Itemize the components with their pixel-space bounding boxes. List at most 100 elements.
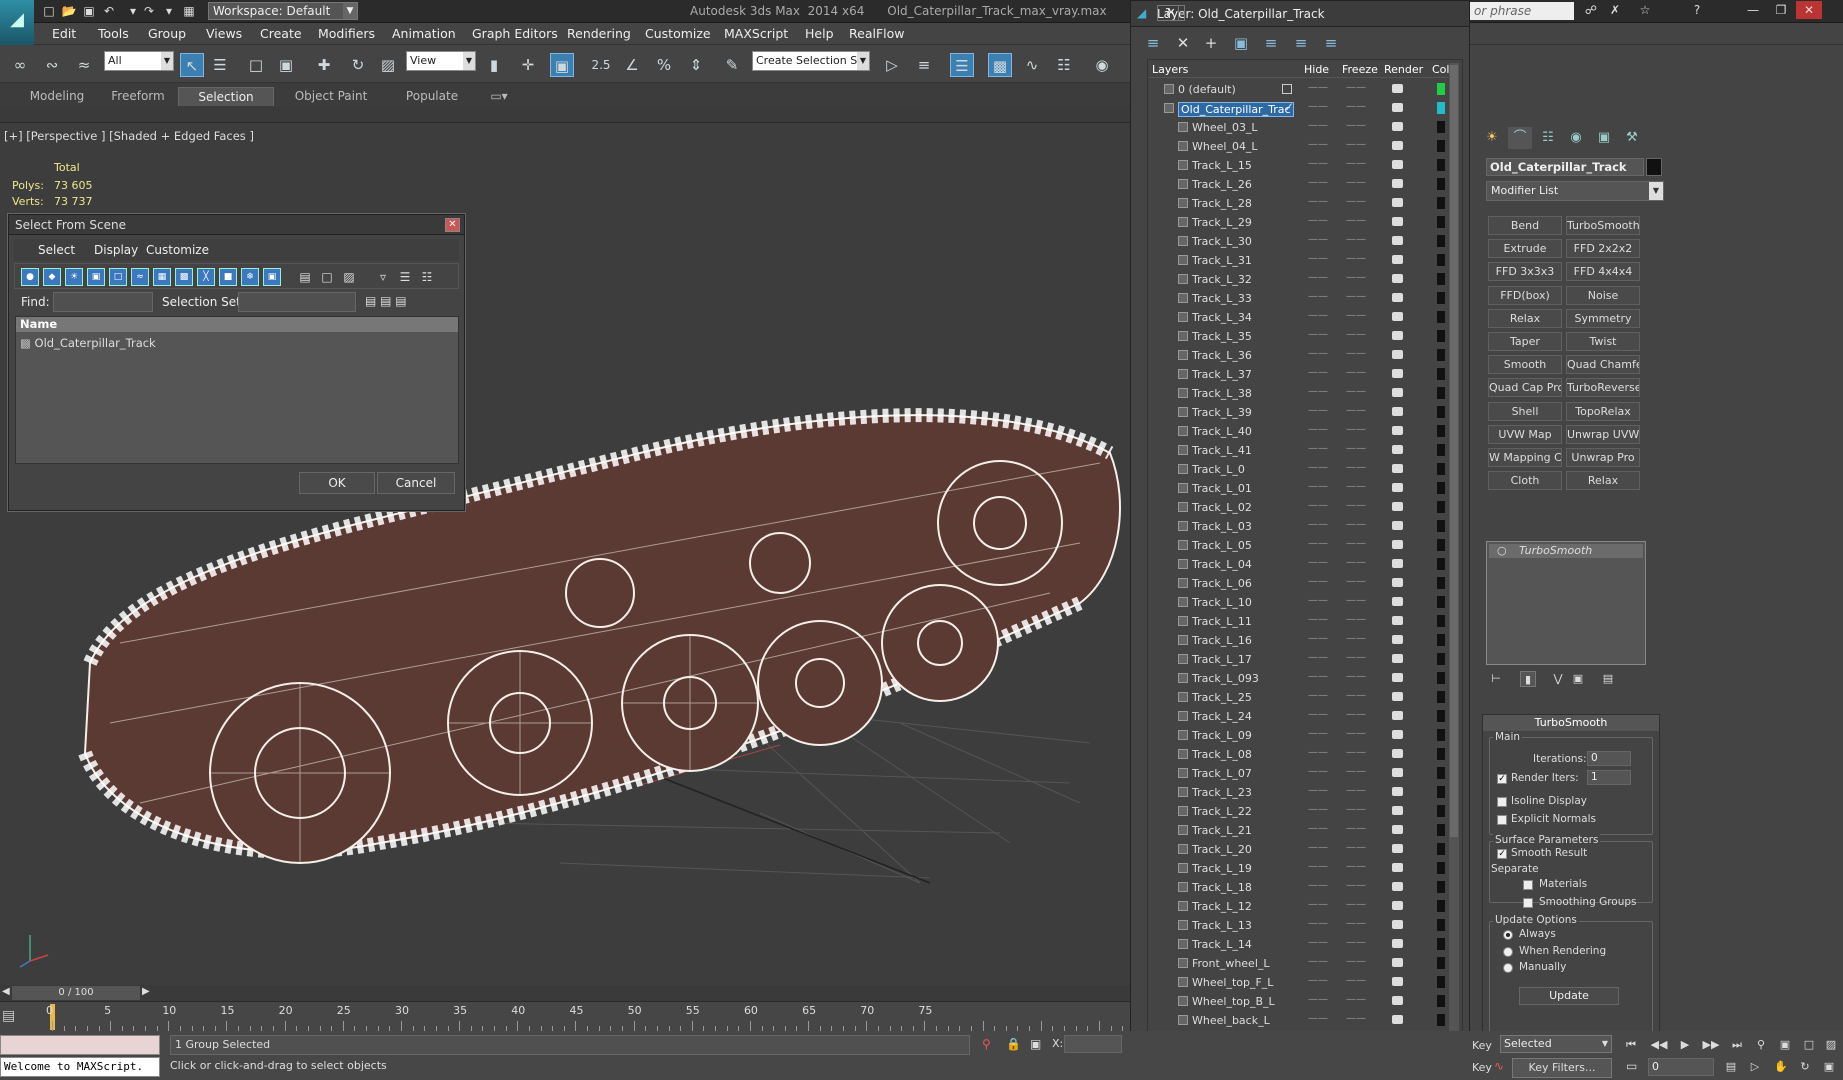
render-teapot-icon[interactable] bbox=[1392, 179, 1403, 188]
render-teapot-icon[interactable] bbox=[1392, 483, 1403, 492]
filter-icon[interactable]: ▿ bbox=[375, 268, 391, 286]
isoline-checkbox[interactable] bbox=[1497, 797, 1507, 807]
freeze-toggle[interactable]: —— bbox=[1346, 139, 1366, 150]
layer-row[interactable]: Track_L_06 —— —— bbox=[1148, 574, 1448, 593]
layer-color-swatch[interactable] bbox=[1437, 938, 1445, 950]
named-selection-sets-dropdown[interactable]: Create Selection Se ▼ bbox=[752, 51, 870, 71]
layer-color-swatch[interactable] bbox=[1437, 102, 1445, 114]
star-icon[interactable]: ☆ bbox=[1632, 1, 1658, 19]
render-teapot-icon[interactable] bbox=[1392, 217, 1403, 226]
display-geometry-icon[interactable]: ● bbox=[21, 268, 39, 286]
rollout-header[interactable]: TurboSmooth bbox=[1483, 715, 1659, 731]
freeze-toggle[interactable]: —— bbox=[1346, 994, 1366, 1005]
menu-rendering[interactable]: Rendering bbox=[567, 26, 631, 41]
display-invert-icon[interactable]: ▨ bbox=[341, 268, 357, 286]
modifier-button[interactable]: Relax bbox=[1488, 308, 1562, 328]
render-teapot-icon[interactable] bbox=[1392, 939, 1403, 948]
layer-row-name[interactable]: 0 (default) bbox=[1178, 83, 1236, 96]
layer-color-swatch[interactable] bbox=[1437, 482, 1445, 494]
layer-row-name[interactable]: Track_L_15 bbox=[1192, 159, 1252, 172]
menu-group[interactable]: Group bbox=[148, 26, 186, 41]
freeze-toggle[interactable]: —— bbox=[1346, 443, 1366, 454]
layer-row[interactable]: Old_Caterpillar_Trac ✓ —— —— bbox=[1148, 99, 1448, 118]
ribbon-tab-object-paint[interactable]: Object Paint bbox=[276, 87, 386, 106]
freeze-toggle[interactable]: —— bbox=[1346, 690, 1366, 701]
layer-color-swatch[interactable] bbox=[1437, 425, 1445, 437]
scene-object-list[interactable]: Name ▩ Old_Caterpillar_Track bbox=[15, 316, 459, 464]
smoothing-groups-checkbox[interactable] bbox=[1523, 898, 1533, 908]
select-objects-icon[interactable]: ▣ bbox=[1231, 33, 1251, 53]
display-xrefs-icon[interactable]: ▩ bbox=[175, 268, 193, 286]
ribbon-tab-populate[interactable]: Populate bbox=[390, 87, 474, 106]
freeze-toggle[interactable]: —— bbox=[1346, 405, 1366, 416]
reference-coordinate-dropdown[interactable]: View ▼ bbox=[406, 51, 476, 71]
hide-toggle[interactable]: —— bbox=[1308, 823, 1328, 834]
layer-color-swatch[interactable] bbox=[1437, 235, 1445, 247]
layer-row[interactable]: Track_L_05 —— —— bbox=[1148, 536, 1448, 555]
viewport-label[interactable]: [+] [Perspective ] [Shaded + Edged Faces… bbox=[4, 129, 254, 143]
hide-toggle[interactable]: —— bbox=[1308, 728, 1328, 739]
freeze-toggle[interactable]: —— bbox=[1346, 462, 1366, 473]
freeze-toggle[interactable]: —— bbox=[1346, 177, 1366, 188]
column-header-freeze[interactable]: Freeze bbox=[1342, 63, 1378, 76]
freeze-toggle[interactable]: —— bbox=[1346, 861, 1366, 872]
hide-toggle[interactable]: —— bbox=[1308, 500, 1328, 511]
ok-button[interactable]: OK bbox=[299, 472, 375, 494]
freeze-toggle[interactable]: —— bbox=[1346, 766, 1366, 777]
hide-toggle[interactable]: —— bbox=[1308, 234, 1328, 245]
zoom-all-icon[interactable]: ▣ bbox=[1776, 1037, 1794, 1053]
freeze-toggle[interactable]: —— bbox=[1346, 614, 1366, 625]
hide-toggle[interactable]: —— bbox=[1308, 880, 1328, 891]
hide-toggle[interactable]: —— bbox=[1308, 272, 1328, 283]
layer-manager-icon[interactable]: ☰ bbox=[950, 53, 974, 77]
layer-color-swatch[interactable] bbox=[1437, 862, 1445, 874]
render-teapot-icon[interactable] bbox=[1392, 388, 1403, 397]
layer-color-swatch[interactable] bbox=[1437, 387, 1445, 399]
layer-color-swatch[interactable] bbox=[1437, 311, 1445, 323]
layer-color-swatch[interactable] bbox=[1437, 539, 1445, 551]
render-iters-checkbox[interactable]: ✓ bbox=[1497, 774, 1507, 784]
smooth-result-checkbox[interactable]: ✓ bbox=[1497, 849, 1507, 859]
layer-color-swatch[interactable] bbox=[1437, 444, 1445, 456]
menu-realflow[interactable]: RealFlow bbox=[849, 26, 904, 41]
layer-row[interactable]: 0 (default) —— —— bbox=[1148, 80, 1448, 99]
maxscript-output[interactable]: Welcome to MAXScript. bbox=[0, 1057, 160, 1077]
freeze-toggle[interactable]: —— bbox=[1346, 424, 1366, 435]
hide-toggle[interactable]: —— bbox=[1308, 101, 1328, 112]
freeze-toggle[interactable]: —— bbox=[1346, 804, 1366, 815]
layer-row[interactable]: Track_L_38 —— —— bbox=[1148, 384, 1448, 403]
hide-toggle[interactable]: —— bbox=[1308, 1013, 1328, 1024]
modifier-button[interactable]: FFD 2x2x2 bbox=[1566, 239, 1640, 259]
layer-row-name[interactable]: Wheel_top_F_L bbox=[1192, 976, 1273, 989]
layer-color-swatch[interactable] bbox=[1437, 900, 1445, 912]
object-name-field[interactable]: Old_Caterpillar_Track bbox=[1486, 158, 1644, 176]
render-teapot-icon[interactable] bbox=[1392, 882, 1403, 891]
layer-row-name[interactable]: Track_L_23 bbox=[1192, 786, 1252, 799]
select-by-name-icon[interactable]: ☰ bbox=[208, 53, 232, 77]
column-header-render[interactable]: Render bbox=[1384, 63, 1423, 76]
layer-row-name[interactable]: Track_L_13 bbox=[1192, 919, 1252, 932]
display-lights-icon[interactable]: ☀ bbox=[65, 268, 83, 286]
layer-color-swatch[interactable] bbox=[1437, 330, 1445, 342]
layer-row-name[interactable]: Track_L_40 bbox=[1192, 425, 1252, 438]
layer-color-swatch[interactable] bbox=[1437, 254, 1445, 266]
layer-row-name[interactable]: Track_L_08 bbox=[1192, 748, 1252, 761]
freeze-toggle[interactable]: —— bbox=[1346, 234, 1366, 245]
render-teapot-icon[interactable] bbox=[1392, 806, 1403, 815]
menu-animation[interactable]: Animation bbox=[392, 26, 456, 41]
set-key-icon[interactable]: ∿ bbox=[1494, 1059, 1504, 1073]
layer-row-name[interactable]: Track_L_06 bbox=[1192, 577, 1252, 590]
percent-snap-icon[interactable]: % bbox=[652, 53, 676, 77]
display-containers-icon[interactable]: ■ bbox=[219, 268, 237, 286]
restore-button[interactable]: ❐ bbox=[1768, 1, 1794, 19]
render-teapot-icon[interactable] bbox=[1392, 578, 1403, 587]
layer-color-swatch[interactable] bbox=[1437, 520, 1445, 532]
layer-color-swatch[interactable] bbox=[1437, 919, 1445, 931]
layer-row[interactable]: Track_L_093 —— —— bbox=[1148, 669, 1448, 688]
create-tab-icon[interactable]: ☀ bbox=[1480, 127, 1504, 149]
show-end-result-icon[interactable]: ▮ bbox=[1520, 671, 1536, 687]
menu-edit[interactable]: Edit bbox=[52, 26, 76, 41]
layer-color-swatch[interactable] bbox=[1437, 615, 1445, 627]
hide-toggle[interactable]: —— bbox=[1308, 994, 1328, 1005]
freeze-toggle[interactable]: —— bbox=[1346, 158, 1366, 169]
